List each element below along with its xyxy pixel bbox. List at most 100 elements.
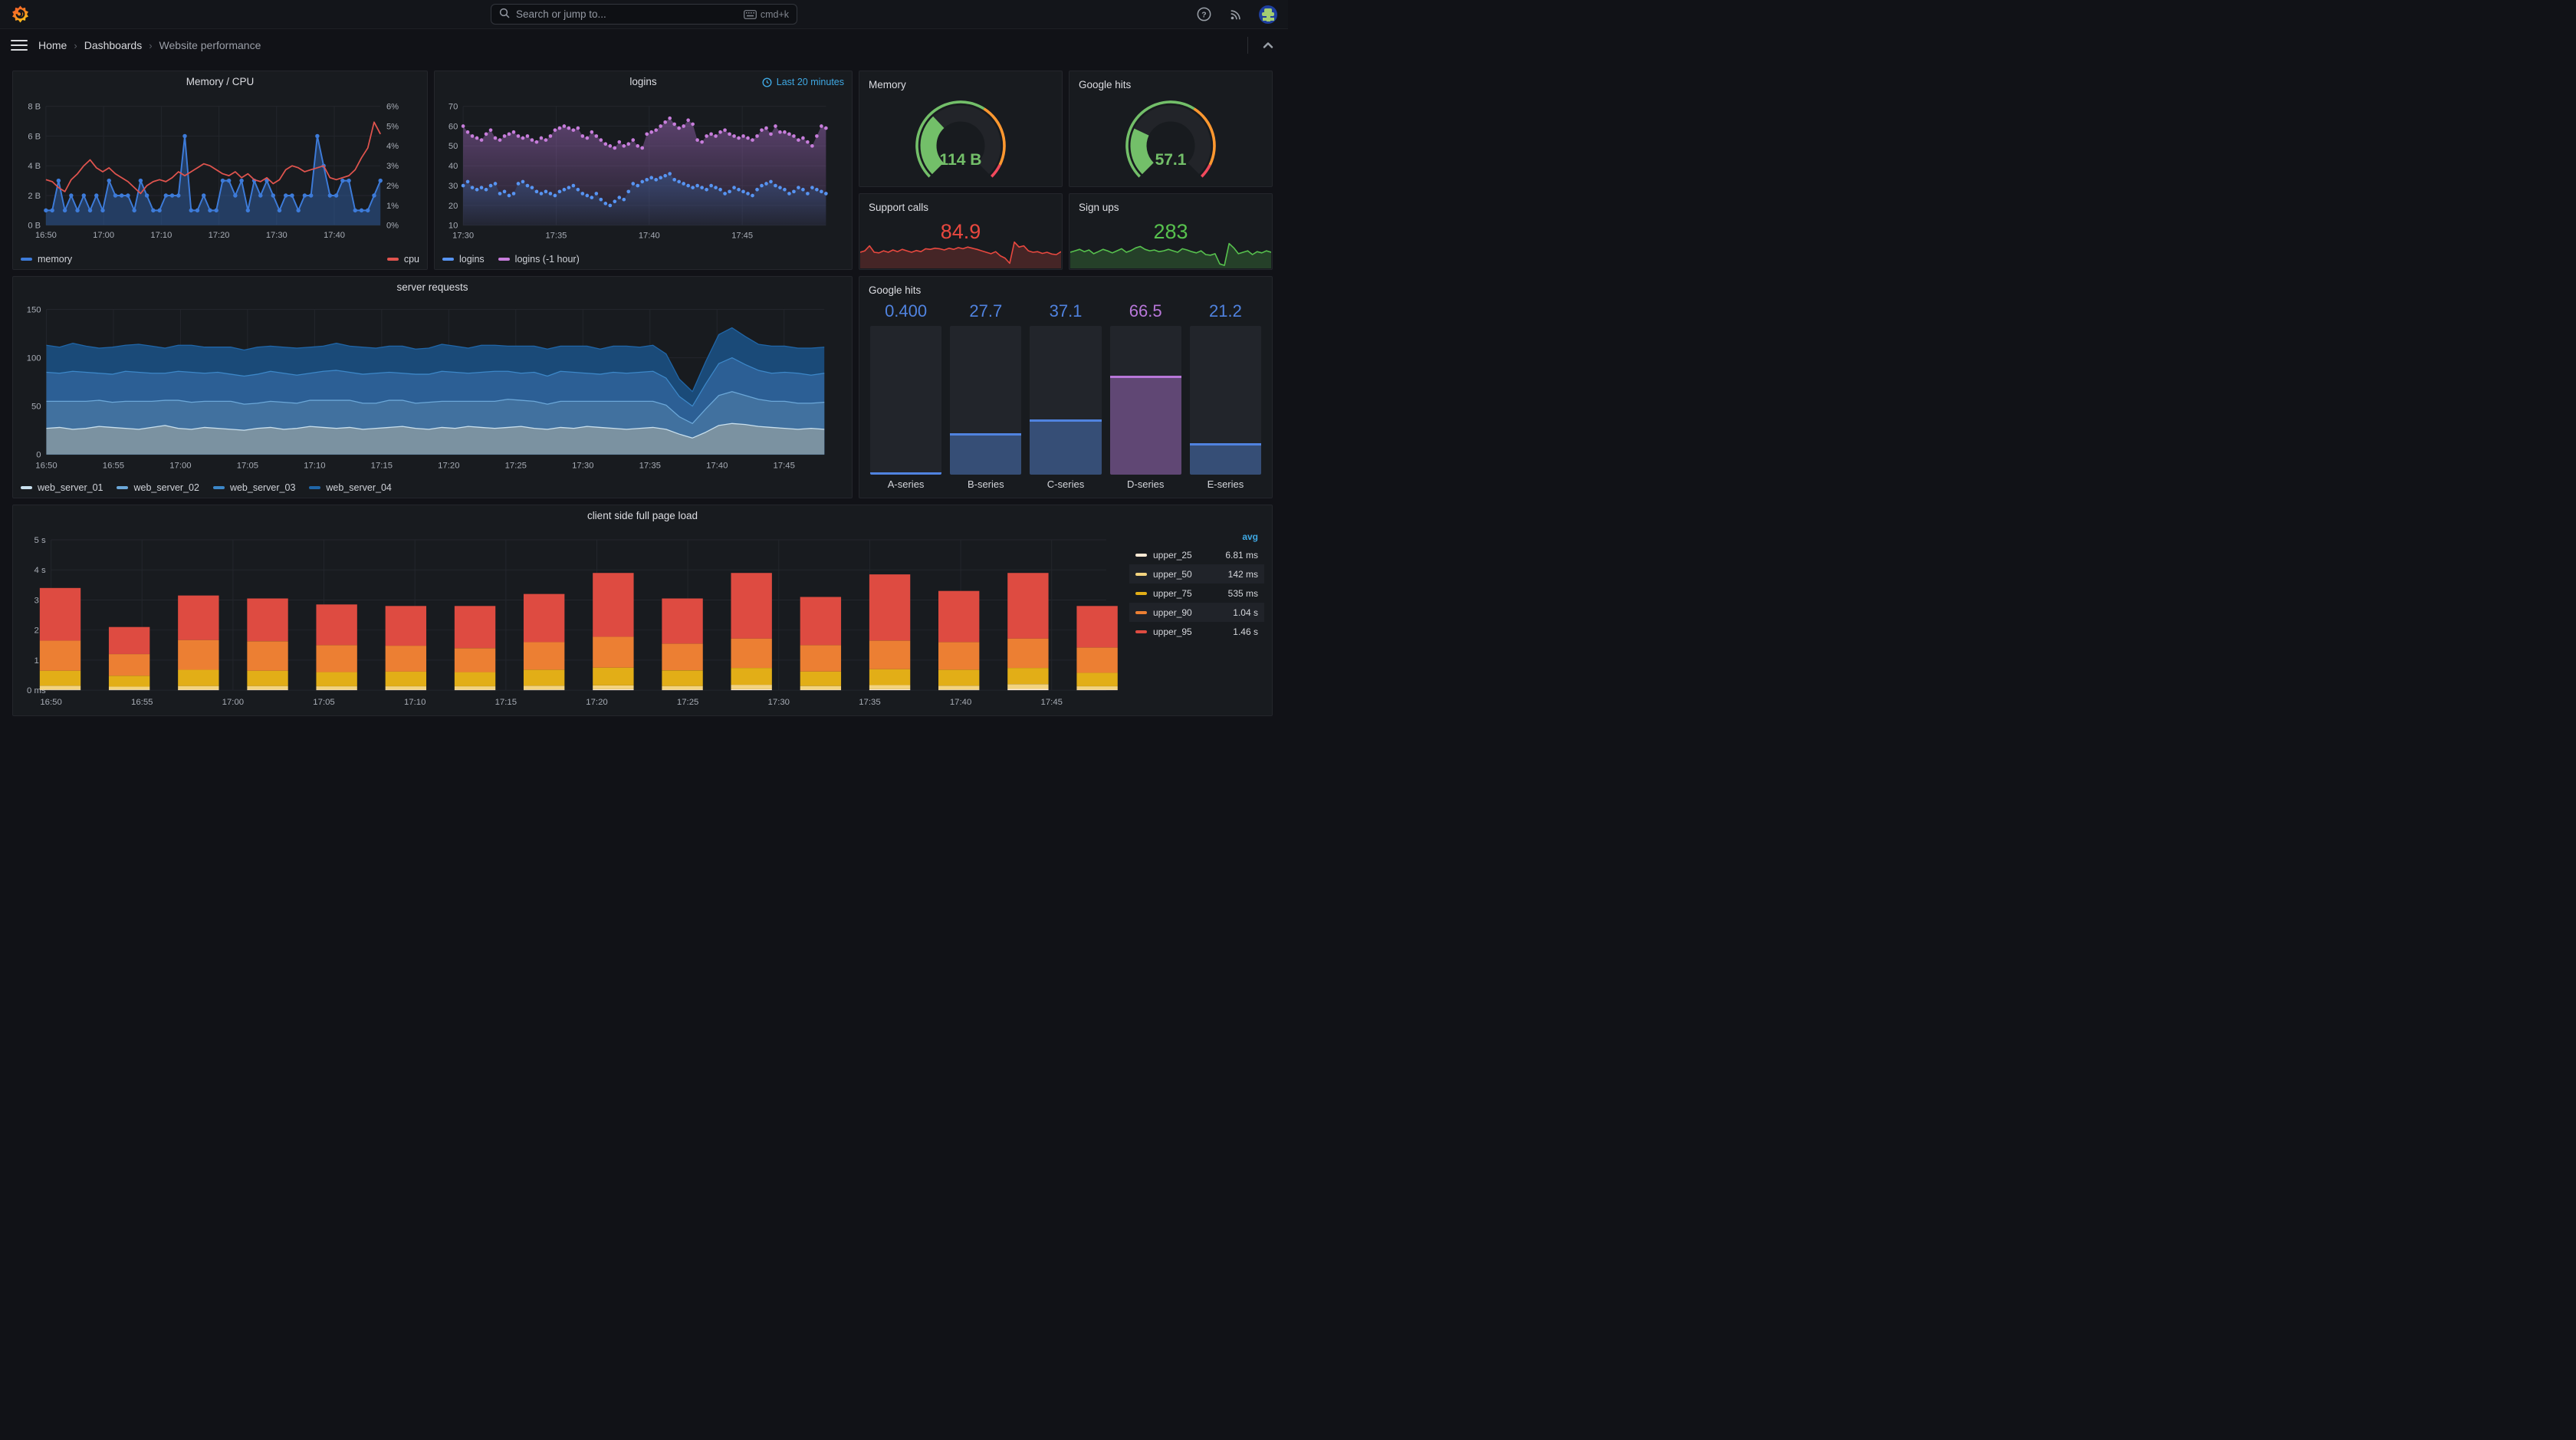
svg-text:2%: 2% bbox=[386, 182, 399, 191]
legend-item-logins[interactable]: logins bbox=[442, 254, 485, 265]
panel-client-page-load: client side full page load 0 ms1 s2 s3 s… bbox=[12, 505, 1273, 716]
svg-text:17:40: 17:40 bbox=[324, 231, 345, 240]
svg-text:17:20: 17:20 bbox=[438, 461, 459, 470]
search-icon bbox=[499, 8, 510, 21]
svg-text:17:40: 17:40 bbox=[639, 231, 660, 240]
bar-track bbox=[950, 326, 1022, 475]
svg-text:6 B: 6 B bbox=[28, 132, 41, 141]
svg-text:17:30: 17:30 bbox=[452, 231, 474, 240]
legend-item-ws04[interactable]: web_server_04 bbox=[309, 482, 392, 493]
panel-title[interactable]: Google hits bbox=[1070, 71, 1272, 94]
memory-swatch bbox=[21, 258, 32, 261]
breadcrumb: Home › Dashboards › Website performance bbox=[38, 39, 261, 51]
legend-item-upper90[interactable]: upper_90 1.04 s bbox=[1129, 603, 1264, 622]
legend-table: avg upper_25 6.81 ms upper_50 142 ms upper… bbox=[1129, 530, 1264, 641]
upper50-swatch bbox=[1135, 572, 1147, 576]
legend-item-cpu[interactable]: cpu bbox=[386, 254, 419, 265]
svg-text:10: 10 bbox=[449, 222, 458, 231]
keyboard-icon bbox=[743, 9, 757, 19]
svg-text:17:40: 17:40 bbox=[706, 461, 728, 470]
user-avatar[interactable] bbox=[1259, 5, 1277, 24]
breadcrumb-home[interactable]: Home bbox=[38, 39, 67, 51]
search-input[interactable]: Search or jump to... cmd+k bbox=[491, 4, 797, 25]
legend-item-upper95[interactable]: upper_95 1.46 s bbox=[1129, 622, 1264, 641]
panel-title[interactable]: Google hits bbox=[859, 277, 1272, 300]
legend: web_server_01 web_server_02 web_server_0… bbox=[13, 478, 852, 498]
chevron-up-icon[interactable] bbox=[1259, 36, 1277, 54]
server-requests-chart[interactable]: 0 50 100 150 16:50 16:55 17:00 17:05 17:10 17:15 1… bbox=[13, 298, 841, 478]
bar-value: 21.2 bbox=[1209, 301, 1242, 321]
bar-label: B-series bbox=[967, 478, 1004, 490]
breadcrumb-separator: › bbox=[149, 39, 153, 51]
svg-text:17:25: 17:25 bbox=[505, 461, 527, 470]
divider bbox=[1247, 37, 1248, 54]
svg-text:17:40: 17:40 bbox=[950, 698, 971, 707]
svg-text:17:35: 17:35 bbox=[639, 461, 661, 470]
top-nav: Search or jump to... cmd+k ? bbox=[0, 0, 1288, 29]
bar-track bbox=[1030, 326, 1102, 475]
svg-text:50: 50 bbox=[31, 403, 41, 412]
ws03-swatch bbox=[212, 486, 225, 489]
bar-a-series: 0.400 A-series bbox=[870, 301, 942, 493]
svg-text:17:30: 17:30 bbox=[266, 231, 288, 240]
svg-text:5 s: 5 s bbox=[34, 536, 45, 545]
legend: memory cpu bbox=[13, 249, 427, 269]
cpu-swatch bbox=[386, 258, 399, 261]
menu-icon[interactable] bbox=[11, 37, 28, 54]
breadcrumb-current: Website performance bbox=[159, 39, 261, 51]
svg-text:17:00: 17:00 bbox=[93, 231, 114, 240]
svg-text:2 B: 2 B bbox=[28, 192, 41, 201]
bar-value: 66.5 bbox=[1129, 301, 1162, 321]
ws04-swatch bbox=[309, 486, 321, 489]
breadcrumb-dashboards[interactable]: Dashboards bbox=[84, 39, 143, 51]
legend-item-upper25[interactable]: upper_25 6.81 ms bbox=[1129, 545, 1264, 564]
svg-text:17:00: 17:00 bbox=[169, 461, 191, 470]
client-page-load-chart[interactable]: 0 ms1 s2 s3 s4 s5 s16:5016:5517:0017:051… bbox=[13, 527, 1261, 715]
bar-fill bbox=[870, 472, 942, 475]
bar-label: C-series bbox=[1046, 478, 1085, 490]
svg-text:17:20: 17:20 bbox=[209, 231, 230, 240]
panel-google-hits-gauge: Google hits 57.1 bbox=[1069, 71, 1273, 187]
legend-header-avg[interactable]: avg bbox=[1129, 530, 1264, 545]
bar-d-series: 66.5 D-series bbox=[1109, 301, 1181, 493]
bar-fill bbox=[1189, 442, 1262, 475]
bar-label: A-series bbox=[887, 478, 925, 490]
svg-text:17:10: 17:10 bbox=[404, 698, 426, 707]
help-icon[interactable]: ? bbox=[1194, 5, 1213, 24]
legend-item-ws02[interactable]: web_server_02 bbox=[117, 482, 199, 493]
svg-text:17:10: 17:10 bbox=[150, 231, 172, 240]
legend-item-upper75[interactable]: upper_75 535 ms bbox=[1129, 584, 1264, 603]
panel-title[interactable]: Memory bbox=[859, 71, 1062, 94]
legend-item-ws01[interactable]: web_server_01 bbox=[21, 482, 103, 493]
legend-item-upper50[interactable]: upper_50 142 ms bbox=[1129, 564, 1264, 584]
panel-server-requests: server requests 0 50 100 150 16:50 16:55 17:00… bbox=[12, 276, 853, 498]
svg-text:5%: 5% bbox=[386, 122, 399, 131]
breadcrumb-separator: › bbox=[74, 39, 77, 51]
panel-title[interactable]: server requests bbox=[13, 277, 852, 298]
svg-text:150: 150 bbox=[27, 305, 41, 314]
logins-chart[interactable]: 10 20 30 40 50 60 70 17:30 17:35 17:40 17:45 bbox=[435, 93, 841, 249]
bar-track bbox=[1189, 326, 1262, 475]
panel-memory-gauge: Memory 114 B bbox=[859, 71, 1063, 187]
grafana-logo[interactable] bbox=[11, 5, 29, 24]
time-range-button[interactable]: Last 20 minutes bbox=[762, 77, 844, 87]
svg-text:17:25: 17:25 bbox=[677, 698, 698, 707]
svg-text:0 B: 0 B bbox=[28, 222, 41, 231]
svg-text:0: 0 bbox=[36, 451, 41, 460]
legend-item-memory[interactable]: memory bbox=[21, 254, 72, 265]
memory-cpu-chart[interactable]: 0 B 2 B 4 B 6 B 8 B 0% 1% 2% 3% 4% 5% 6% 16:50 17:00 1… bbox=[13, 93, 416, 249]
panel-title[interactable]: Memory / CPU bbox=[13, 71, 427, 93]
panel-title[interactable]: client side full page load bbox=[13, 505, 1272, 527]
panel-title[interactable]: Support calls bbox=[859, 194, 1062, 217]
svg-text:17:45: 17:45 bbox=[1041, 698, 1063, 707]
panel-logins: logins Last 20 minutes 10 20 30 40 50 60 70 17:… bbox=[434, 71, 853, 270]
svg-text:4 B: 4 B bbox=[28, 162, 41, 171]
news-rss-icon[interactable] bbox=[1227, 5, 1245, 24]
legend-item-logins-1h[interactable]: logins (-1 hour) bbox=[498, 254, 580, 265]
panel-title[interactable]: Sign ups bbox=[1070, 194, 1272, 217]
svg-text:114 B: 114 B bbox=[940, 151, 982, 169]
svg-text:0%: 0% bbox=[386, 222, 399, 231]
legend: logins logins (-1 hour) bbox=[435, 249, 852, 269]
bar-e-series: 21.2 E-series bbox=[1189, 301, 1262, 493]
legend-item-ws03[interactable]: web_server_03 bbox=[212, 482, 295, 493]
